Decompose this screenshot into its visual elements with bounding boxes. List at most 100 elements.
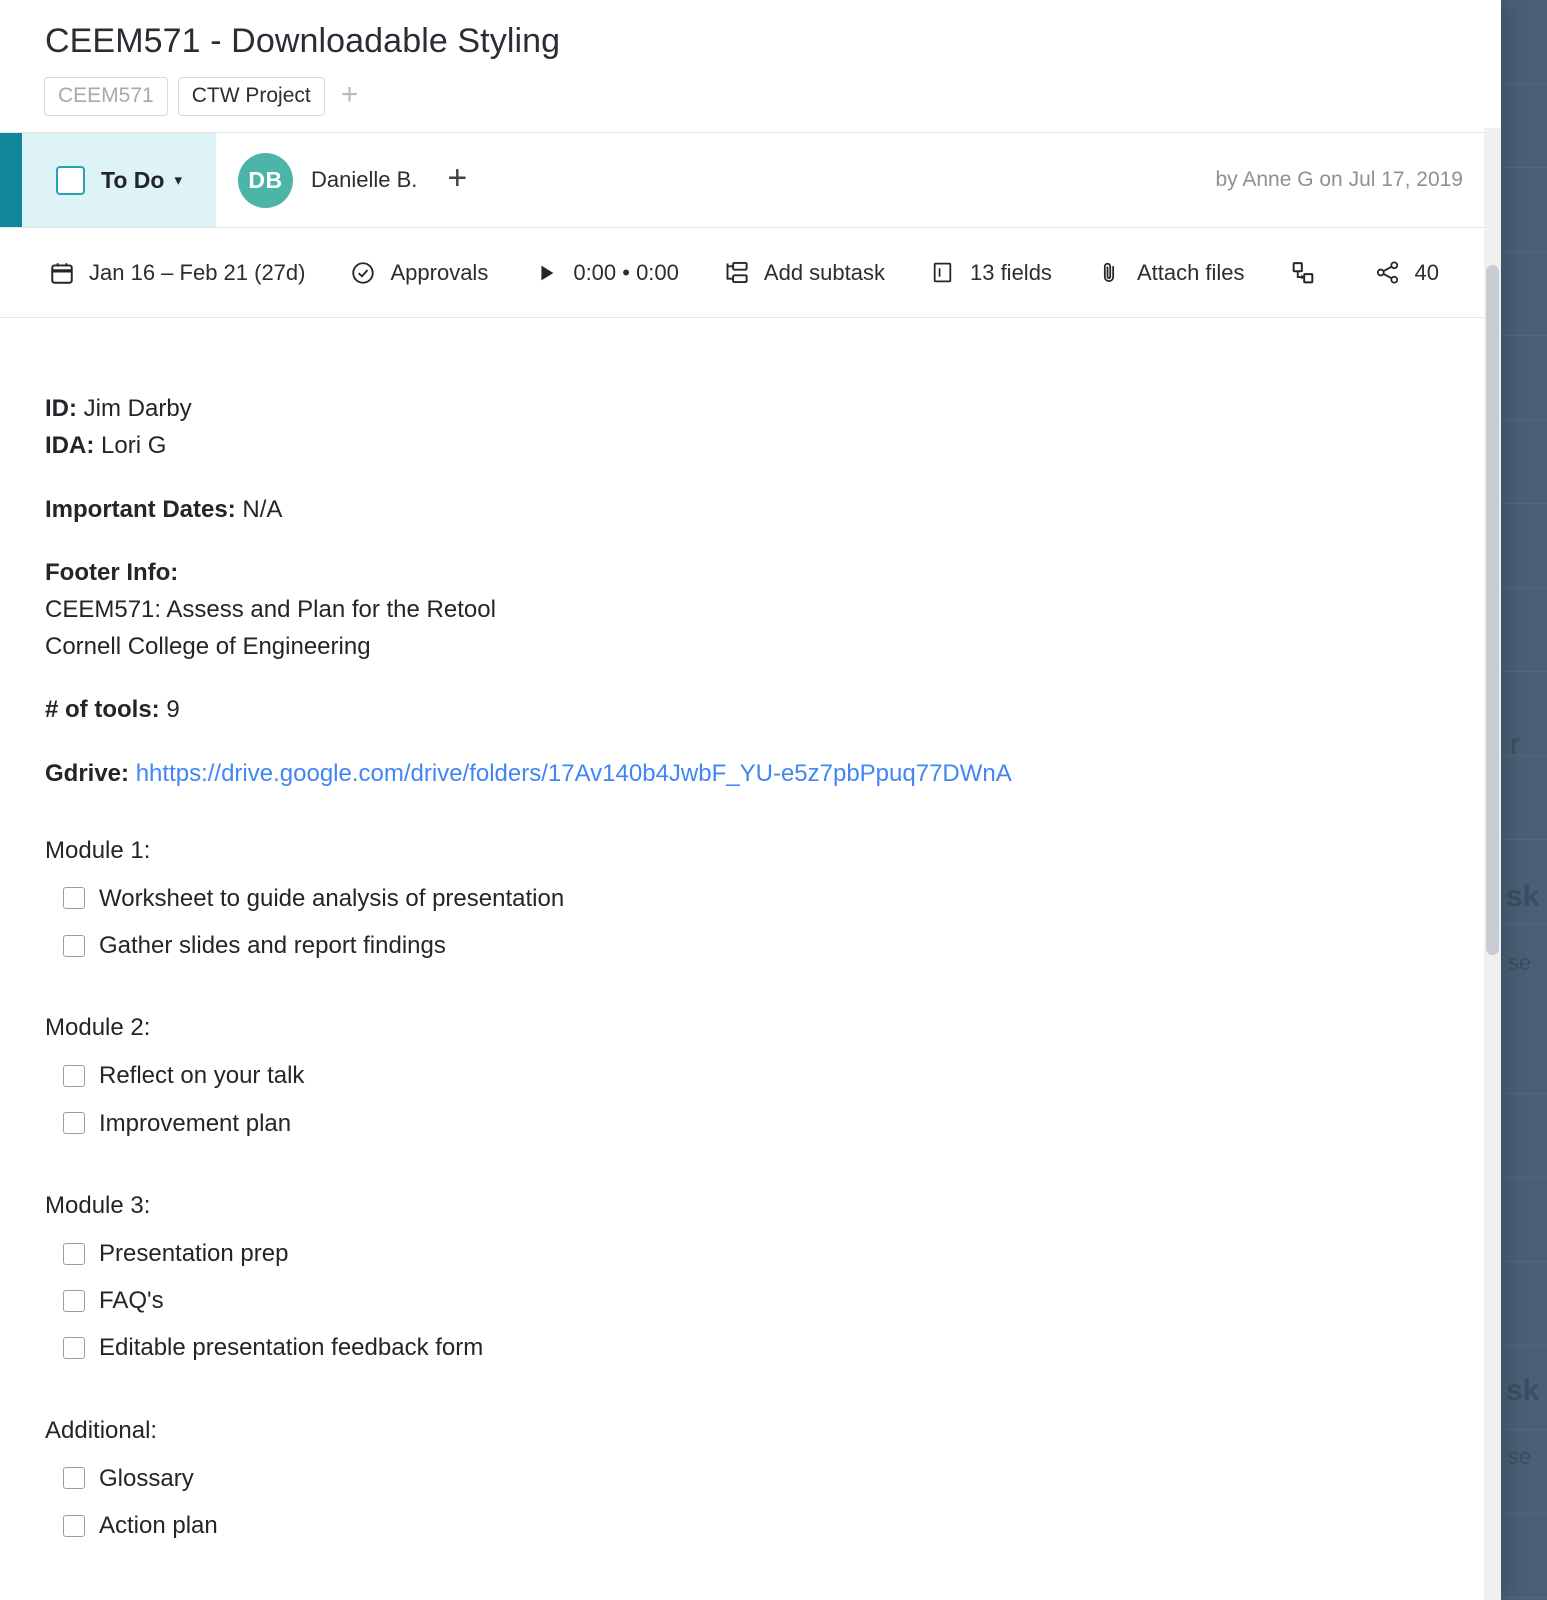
time-tracking-button[interactable]: 0:00 • 0:00 <box>532 259 679 287</box>
checkbox-icon[interactable] <box>63 1242 85 1265</box>
gdrive-link[interactable]: hhttps://drive.google.com/drive/folders/… <box>136 760 1012 787</box>
footer-info-line-2: Cornell College of Engineering <box>45 633 371 661</box>
checklist-item-label: Presentation prep <box>99 1240 289 1267</box>
assignee-area: DB Danielle B. + by Anne G on Jul 17, 20… <box>216 133 1501 227</box>
checklist-item[interactable]: Editable presentation feedback form <box>45 1324 1453 1371</box>
subtask-icon <box>723 259 751 287</box>
checklist-item[interactable]: Presentation prep <box>45 1230 1453 1277</box>
add-subtask-button[interactable]: Add subtask <box>723 259 885 287</box>
modal-header: CEEM571 - Downloadable Styling CEEM571 C… <box>0 0 1501 134</box>
fields-icon <box>929 259 957 287</box>
dependency-button[interactable] <box>1289 259 1330 287</box>
approvals-label: Approvals <box>390 259 489 285</box>
checklist-item[interactable]: Glossary <box>45 1455 1453 1502</box>
status-assignee-row: To Do ▾ DB Danielle B. + by Anne G on Ju… <box>0 133 1501 229</box>
important-dates-value: N/A <box>242 495 283 523</box>
section-title-additional: Additional: <box>45 1416 158 1444</box>
share-count-label: 40 <box>1414 259 1440 285</box>
checkbox-icon[interactable] <box>63 1336 85 1359</box>
custom-fields-label: 13 fields <box>969 259 1052 285</box>
ida-line: IDA: Lori G <box>45 427 1453 464</box>
checklist-item-label: Editable presentation feedback form <box>99 1334 484 1362</box>
id-value: Jim Darby <box>83 395 192 423</box>
task-toolbar: Jan 16 – Feb 21 (27d) Approvals 0:00 • 0… <box>0 228 1501 319</box>
checkbox-icon[interactable] <box>63 1289 85 1312</box>
background-ghost-text: se <box>1508 1444 1532 1469</box>
modal-scrollbar-thumb[interactable] <box>1486 265 1499 955</box>
modal-scrollbar-track[interactable] <box>1484 128 1501 1600</box>
section-title-module-1: Module 1: <box>45 836 151 864</box>
due-date-button[interactable]: Jan 16 – Feb 21 (27d) <box>48 259 305 287</box>
checklist-item[interactable]: FAQ's <box>45 1277 1453 1324</box>
dependency-icon <box>1289 259 1317 287</box>
status-label: To Do <box>101 166 165 193</box>
checkbox-icon[interactable] <box>63 1467 85 1490</box>
checklist-item-label: Improvement plan <box>99 1109 292 1137</box>
task-detail-modal: CEEM571 - Downloadable Styling CEEM571 C… <box>0 0 1501 1600</box>
paperclip-icon <box>1096 259 1124 287</box>
background-ghost-text: r <box>1510 728 1520 761</box>
task-description[interactable]: ID: Jim Darby IDA: Lori G Important Date… <box>0 318 1501 1549</box>
ida-value: Lori G <box>101 432 167 460</box>
share-icon <box>1374 259 1402 287</box>
footer-info-label: Footer Info: <box>45 558 179 586</box>
checklist-item[interactable]: Action plan <box>45 1502 1453 1549</box>
checklist-item[interactable]: Reflect on your talk <box>45 1052 1453 1099</box>
checkbox-icon[interactable] <box>63 1514 85 1537</box>
breadcrumb-item-project[interactable]: CTW Project <box>177 77 325 117</box>
page-title: CEEM571 - Downloadable Styling <box>45 22 561 60</box>
status-accent-bar <box>0 133 22 228</box>
avatar[interactable]: DB <box>237 152 293 208</box>
checklist-item-label: Worksheet to guide analysis of presentat… <box>99 884 565 912</box>
checklist-item-label: Gather slides and report findings <box>99 932 446 960</box>
background-ghost-text: se <box>1508 950 1532 975</box>
checklist-item[interactable]: Improvement plan <box>45 1100 1453 1147</box>
add-breadcrumb-icon[interactable]: + <box>335 79 365 114</box>
background-ghost-text: sk <box>1506 880 1540 913</box>
section-title-module-3: Module 3: <box>45 1191 151 1219</box>
checkbox-icon[interactable] <box>63 887 85 910</box>
assignee-name: Danielle B. <box>310 167 418 193</box>
custom-fields-button[interactable]: 13 fields <box>929 259 1052 287</box>
chevron-down-icon: ▾ <box>174 172 182 190</box>
status-dropdown[interactable]: To Do ▾ <box>22 133 216 228</box>
play-icon <box>532 259 560 287</box>
add-subtask-label: Add subtask <box>763 259 885 285</box>
approvals-button[interactable]: Approvals <box>349 259 488 287</box>
breadcrumb-item-space[interactable]: CEEM571 <box>44 77 168 117</box>
checklist-item-label: Action plan <box>99 1511 218 1539</box>
complete-task-checkbox[interactable] <box>56 165 85 195</box>
checklist-item-label: Reflect on your talk <box>99 1062 305 1090</box>
due-date-label: Jan 16 – Feb 21 (27d) <box>89 259 306 285</box>
calendar-icon <box>48 259 76 287</box>
checklist-item[interactable]: Worksheet to guide analysis of presentat… <box>45 875 1453 922</box>
tools-count-line: # of tools: 9 <box>45 691 1453 728</box>
gdrive-line: Gdrive: hhttps://drive.google.com/drive/… <box>45 755 1453 792</box>
checklist-item-label: FAQ's <box>99 1287 164 1315</box>
checkbox-icon[interactable] <box>63 1065 85 1088</box>
add-assignee-icon[interactable]: + <box>447 161 467 195</box>
time-tracking-label: 0:00 • 0:00 <box>573 259 679 285</box>
ida-label: IDA: <box>45 432 95 460</box>
attach-files-label: Attach files <box>1136 259 1245 285</box>
checklist-item[interactable]: Gather slides and report findings <box>45 922 1453 969</box>
section-title-module-2: Module 2: <box>45 1014 151 1042</box>
check-circle-icon <box>349 259 377 287</box>
id-label: ID: <box>45 395 77 423</box>
gdrive-label: Gdrive: <box>45 759 130 787</box>
attach-files-button[interactable]: Attach files <box>1096 259 1245 287</box>
share-button[interactable]: 40 <box>1374 259 1439 287</box>
checkbox-icon[interactable] <box>63 934 85 957</box>
important-dates-line: Important Dates: N/A <box>45 491 1453 528</box>
checkbox-icon[interactable] <box>63 1112 85 1135</box>
checklist-item-label: Glossary <box>99 1464 194 1492</box>
important-dates-label: Important Dates: <box>45 495 236 523</box>
breadcrumb: CEEM571 CTW Project + <box>44 77 1501 117</box>
background-ghost-text: sk <box>1506 1374 1540 1407</box>
id-line: ID: Jim Darby <box>45 390 1453 427</box>
created-by-meta: by Anne G on Jul 17, 2019 <box>1215 168 1463 192</box>
